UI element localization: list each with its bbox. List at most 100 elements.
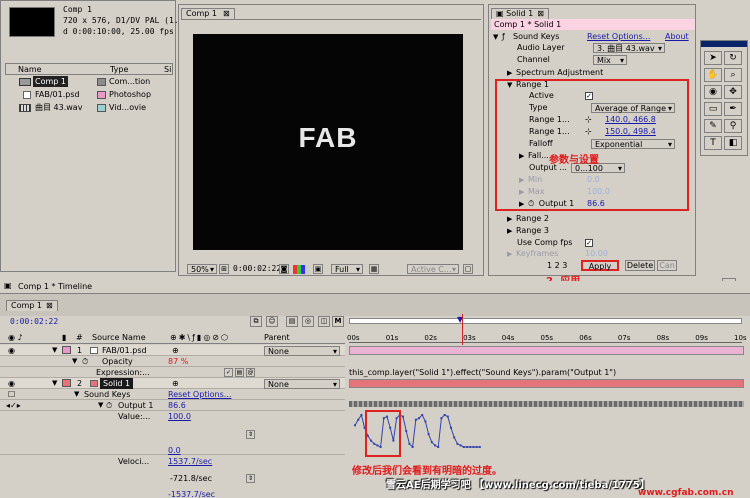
zoom-select[interactable]: 50% — [187, 264, 217, 274]
switch-icon[interactable]: ⊕ — [172, 378, 179, 389]
reset-options-link[interactable]: Reset Options... — [168, 389, 231, 400]
falloff2-row[interactable]: ▶ Fall... — [519, 150, 549, 161]
graph-options-icon[interactable]: ⇕ — [246, 430, 255, 439]
col-size[interactable]: Si — [164, 65, 171, 74]
layer-name[interactable]: FAB/01.psd — [102, 345, 147, 356]
opacity-value[interactable]: 87 % — [168, 356, 188, 367]
cancel-button[interactable]: Can — [657, 260, 677, 271]
parent-select[interactable]: None — [264, 346, 340, 356]
use-comp-fps-checkbox[interactable]: ✓ — [585, 239, 593, 247]
range1b-value[interactable]: 150.0, 498.4 — [605, 126, 656, 137]
expand-arrow-icon[interactable]: ▶ — [519, 175, 528, 186]
effect-tab[interactable]: ▣ Solid 1 ⊠ — [491, 8, 549, 19]
expression-toggle-icon[interactable]: ✓ — [224, 368, 233, 377]
parent-header[interactable]: Parent — [264, 333, 290, 342]
layer-duration-bar[interactable] — [349, 379, 744, 388]
expand-arrow-icon[interactable]: ▶ — [507, 214, 516, 225]
output1-value[interactable]: 86.6 — [587, 198, 605, 209]
pan-behind-tool-icon[interactable]: ✥ — [724, 85, 742, 99]
expression-graph-icon[interactable]: ▤ — [235, 368, 244, 377]
palette-title-bar[interactable] — [701, 41, 747, 47]
close-icon[interactable]: ⊠ — [537, 9, 544, 18]
switch-icon[interactable]: ⊕ — [172, 345, 179, 356]
pen-tool-icon[interactable]: ✒ — [724, 102, 742, 116]
output1-value[interactable]: 86.6 — [168, 400, 186, 411]
keyframe-nav-icon[interactable]: ◂✓▸ — [6, 400, 21, 411]
project-item[interactable]: Comp 1 Com...tion — [5, 76, 173, 87]
layer-duration-bar[interactable] — [349, 346, 744, 355]
mask-tool-icon[interactable]: ▭ — [704, 102, 722, 116]
shy-layers-icon[interactable]: ☺ — [266, 316, 278, 327]
resolution-select[interactable]: Full — [331, 264, 363, 274]
page-numbers[interactable]: 1 2 3 — [547, 261, 567, 270]
collapse-arrow-icon[interactable]: ▼ — [52, 378, 57, 389]
channel-select[interactable]: Mix — [593, 55, 627, 65]
project-item[interactable]: 曲目 43.wav Vid...ovie — [5, 102, 173, 113]
camera-tool-icon[interactable]: ◉ — [704, 85, 722, 99]
comp-canvas[interactable]: FAB — [193, 34, 463, 250]
rotate-tool-icon[interactable]: ↻ — [724, 51, 742, 65]
project-item[interactable]: FAB/01.psd Photoshop — [5, 89, 173, 100]
eye-icon[interactable]: ◉ — [8, 345, 15, 356]
view-options-icon[interactable]: ▢ — [463, 264, 473, 274]
timeline-timecode[interactable]: 0:00:02:22 — [10, 317, 58, 326]
eye-icon[interactable]: ◉ — [8, 378, 15, 389]
spectrum-row[interactable]: ▶ Spectrum Adjustment — [507, 67, 687, 78]
parent-select[interactable]: None — [264, 379, 340, 389]
crosshair-icon[interactable]: ⊹ — [585, 126, 592, 137]
collapse-arrow-icon[interactable]: ▼ — [507, 80, 516, 91]
layer-name[interactable]: Solid 1 — [100, 378, 134, 389]
graph-options-icon[interactable]: ⇕ — [246, 474, 255, 483]
label-color[interactable] — [62, 379, 71, 387]
expand-arrow-icon[interactable]: ▶ — [519, 151, 528, 162]
value-graph[interactable] — [347, 411, 750, 455]
collapse-arrow-icon[interactable]: ▼ — [74, 389, 79, 400]
collapse-arrow-icon[interactable]: ▼ — [52, 345, 57, 356]
layer-row[interactable]: ◉ ▼ 1 FAB/01.psd ⊕ None — [0, 345, 345, 356]
safe-zones-icon[interactable]: ⊞ — [219, 264, 229, 274]
work-area-bar[interactable] — [349, 318, 742, 324]
expand-arrow-icon[interactable]: ▶ — [519, 187, 528, 198]
apply-button[interactable]: Apply — [581, 260, 619, 271]
eraser-tool-icon[interactable]: ◧ — [724, 136, 742, 150]
rgb-channels-icon[interactable] — [293, 265, 309, 274]
expand-arrow-icon[interactable]: ▶ — [507, 249, 516, 260]
close-icon[interactable]: ⊠ — [46, 301, 53, 310]
range1-row[interactable]: ▼ Range 1 — [507, 79, 549, 90]
stopwatch-icon[interactable]: ⏱ — [528, 199, 534, 208]
comp-flowchart-icon[interactable]: ⧉ — [250, 316, 262, 327]
label-color[interactable] — [62, 346, 71, 354]
col-type[interactable]: Type — [110, 65, 128, 74]
reset-options-link[interactable]: Reset Options... — [587, 31, 650, 42]
about-link[interactable]: About — [665, 31, 689, 42]
collapse-arrow-icon[interactable]: ▼ — [72, 356, 77, 367]
viewer-tab[interactable]: Comp 1 ⊠ — [181, 8, 235, 19]
camera-select[interactable]: Active C... — [407, 264, 459, 274]
close-icon[interactable]: ⊠ — [223, 9, 230, 18]
draft-3d-icon[interactable]: ◫ — [318, 316, 330, 327]
timeline-tab[interactable]: Comp 1 ⊠ — [6, 300, 58, 311]
brush-tool-icon[interactable]: ✎ — [704, 119, 722, 133]
active-checkbox[interactable]: ✓ — [585, 92, 593, 100]
stopwatch-icon[interactable]: ⏱ — [106, 400, 112, 411]
live-update-icon[interactable]: M — [332, 316, 344, 327]
camera-icon[interactable]: ◙ — [279, 264, 289, 274]
selection-tool-icon[interactable]: ➤ — [704, 51, 722, 65]
range3-row[interactable]: ▶ Range 3 — [507, 225, 549, 236]
falloff-select[interactable]: Exponential — [591, 139, 675, 149]
transparency-grid-icon[interactable]: ▦ — [369, 264, 379, 274]
fx-icon[interactable]: ƒ — [502, 31, 505, 42]
collapse-arrow-icon[interactable]: ▼ — [493, 32, 502, 43]
expression-text[interactable]: this_comp.layer("Solid 1").effect("Sound… — [349, 368, 616, 377]
text-tool-icon[interactable]: T — [704, 136, 722, 150]
delete-button[interactable]: Delete — [625, 260, 655, 271]
timeline-title-bar[interactable]: ▣ Comp 1 * Timeline — [0, 281, 750, 292]
type-select[interactable]: Average of Range — [591, 103, 675, 113]
stamp-tool-icon[interactable]: ⚲ — [724, 119, 742, 133]
audio-layer-select[interactable]: 3. 曲目 43.wav — [593, 43, 665, 53]
expand-arrow-icon[interactable]: ▶ — [507, 68, 516, 79]
stopwatch-icon[interactable]: ⏱ — [82, 356, 88, 367]
motion-blur-icon[interactable]: ◎ — [302, 316, 314, 327]
zoom-tool-icon[interactable]: ⌕ — [724, 68, 742, 82]
expand-arrow-icon[interactable]: ▶ — [507, 226, 516, 237]
